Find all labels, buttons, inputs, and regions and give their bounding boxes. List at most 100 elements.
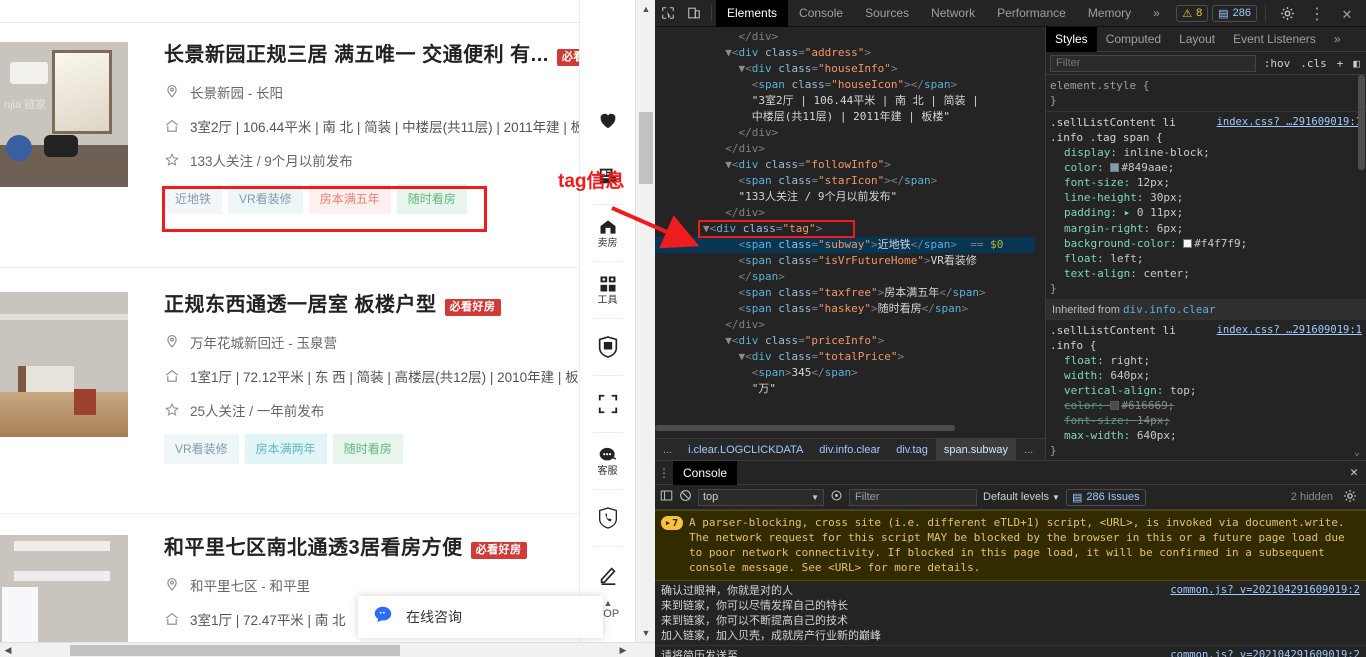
css-declaration[interactable]: float: right;: [1050, 353, 1366, 368]
css-declarations[interactable]: display: inline-block; color: #849aae; fon…: [1050, 145, 1366, 281]
css-declarations[interactable]: float: right; width: 640px; vertical-align…: [1050, 353, 1366, 443]
tag-taxfree-two-years[interactable]: 房本满两年: [244, 434, 327, 464]
console-filter-input[interactable]: Filter: [849, 488, 977, 506]
execution-context-selector[interactable]: top ▼: [698, 488, 824, 506]
listing-title[interactable]: 正规东西通透一居室 板楼户型 必看好房: [164, 292, 634, 318]
tab-overflow-button[interactable]: »: [1142, 0, 1171, 27]
listing-address[interactable]: 长景新园 - 长阳: [190, 82, 283, 102]
css-declaration[interactable]: padding: ▸ 0 11px;: [1050, 205, 1366, 221]
breadcrumb-item[interactable]: i.clear.LOGCLICKDATA: [680, 439, 811, 461]
sidebar-item-support[interactable]: 客服: [580, 433, 636, 489]
drawer-more-icon[interactable]: ⋮: [655, 466, 673, 480]
console-sidebar-toggle-icon[interactable]: [660, 489, 673, 505]
element-style-rule[interactable]: element.style { }: [1046, 75, 1366, 112]
listing-thumbnail[interactable]: njia 链家: [0, 42, 128, 187]
css-selector-line2[interactable]: .info {: [1050, 338, 1366, 353]
dom-tree-line[interactable]: ▼<div class="totalPrice">: [655, 349, 1035, 365]
listing-thumbnail[interactable]: [0, 292, 128, 437]
css-value[interactable]: 640px;: [1137, 429, 1177, 442]
breadcrumb-item[interactable]: span.subway: [935, 438, 1017, 461]
class-toggle-button[interactable]: .cls: [1298, 57, 1329, 70]
css-value[interactable]: left;: [1110, 252, 1143, 265]
css-value[interactable]: right;: [1110, 354, 1150, 367]
scroll-thumb[interactable]: [70, 645, 400, 656]
css-value[interactable]: #616669;: [1121, 399, 1174, 412]
scroll-thumb[interactable]: [639, 112, 653, 184]
dom-tree-line[interactable]: <span>345</span>: [655, 365, 1035, 381]
css-value[interactable]: #f4f7f9;: [1194, 237, 1247, 250]
sidebar-item-favorites[interactable]: [580, 92, 636, 148]
css-selector-line1[interactable]: .sellListContent li: [1050, 116, 1176, 129]
dom-tree-line[interactable]: ▼<div class="houseInfo">: [655, 61, 1035, 77]
css-value[interactable]: #849aae;: [1121, 161, 1174, 174]
listing-address[interactable]: 万年花城新回迁 - 玉泉营: [190, 332, 337, 352]
css-declaration[interactable]: font-size: 14px;: [1050, 413, 1366, 428]
css-source-link[interactable]: index.css? …291609019:1: [1217, 323, 1366, 338]
css-declaration[interactable]: margin-right: 6px;: [1050, 221, 1366, 236]
breadcrumb-item[interactable]: ...: [1016, 439, 1041, 461]
color-swatch[interactable]: [1183, 239, 1193, 248]
dom-tree-line[interactable]: </span>: [655, 269, 1035, 285]
tab-event-listeners[interactable]: Event Listeners: [1224, 27, 1325, 52]
scroll-down-arrow-icon[interactable]: ▼: [636, 624, 655, 642]
dom-tree-line[interactable]: "万": [655, 381, 1035, 397]
breadcrumb-item[interactable]: div.info.clear: [811, 439, 888, 461]
tag-subway[interactable]: 近地铁: [164, 184, 223, 214]
dom-tree-line[interactable]: </div>: [655, 29, 1035, 45]
css-value[interactable]: 14px;: [1137, 414, 1170, 427]
css-value[interactable]: 12px;: [1137, 176, 1170, 189]
dom-tree-line[interactable]: <span class="starIcon"></span>: [655, 173, 1035, 189]
listing-address[interactable]: 和平里七区 - 和平里: [190, 575, 310, 595]
tree-disclosure-triangle-icon[interactable]: ▼: [725, 334, 732, 347]
sidebar-item-tools[interactable]: 工具: [580, 262, 636, 318]
css-declaration[interactable]: vertical-align: top;: [1050, 383, 1366, 398]
css-value[interactable]: 30px;: [1150, 191, 1183, 204]
tab-styles[interactable]: Styles: [1046, 27, 1097, 52]
dom-tree-line[interactable]: <span class="taxfree">房本满五年</span>: [655, 285, 1035, 301]
issues-button[interactable]: ▤ 286 Issues: [1065, 488, 1146, 506]
issues-badge[interactable]: ▤ 286: [1212, 4, 1257, 22]
tab-performance[interactable]: Performance: [986, 0, 1077, 27]
clear-console-icon[interactable]: [679, 489, 692, 505]
page-horizontal-scrollbar[interactable]: ◀ ▶: [0, 642, 655, 657]
tab-computed[interactable]: Computed: [1097, 27, 1170, 52]
css-selector-line2[interactable]: .info .tag span {: [1050, 130, 1366, 145]
css-declaration[interactable]: color: #616669;: [1050, 398, 1366, 413]
console-log-source[interactable]: common.js? v=202104291609019:2: [1170, 583, 1360, 598]
styles-filter-input[interactable]: [1050, 54, 1256, 72]
sidebar-item-fullscreen[interactable]: [580, 376, 636, 432]
page-vertical-scrollbar[interactable]: ▲ ▼: [635, 0, 655, 642]
dom-tree-line[interactable]: <span class="houseIcon"></span>: [655, 77, 1035, 93]
close-icon[interactable]: ✕: [1350, 465, 1366, 480]
sidebar-item-feedback[interactable]: [580, 547, 636, 603]
toggle-device-toolbar-icon[interactable]: [681, 0, 707, 26]
scroll-left-arrow-icon[interactable]: ◀: [0, 643, 16, 657]
css-declaration[interactable]: width: 640px;: [1050, 368, 1366, 383]
console-messages[interactable]: ▶ 7 A parser-blocking, cross site (i.e. …: [655, 510, 1366, 657]
inspect-element-icon[interactable]: [655, 0, 681, 26]
dom-tree-line[interactable]: ▼<div class="address">: [655, 45, 1035, 61]
css-declaration[interactable]: background-color: #f4f7f9;: [1050, 236, 1366, 251]
dom-tree-line[interactable]: ▼<div class="followInfo">: [655, 157, 1035, 173]
listing-title[interactable]: 长景新园正规三居 满五唯一 交通便利 有... 必看好房: [164, 42, 634, 68]
listing-title[interactable]: 和平里七区南北通透3居看房方便 必看好房: [164, 535, 634, 561]
sidebar-item-guarantee[interactable]: [580, 319, 636, 375]
scroll-right-arrow-icon[interactable]: ▶: [615, 643, 631, 657]
breadcrumb-item[interactable]: ...: [655, 439, 680, 461]
css-selector-line1[interactable]: .sellListContent li: [1050, 324, 1176, 337]
console-log-source[interactable]: common.js? v=202104291609019:2: [1170, 648, 1360, 657]
console-log-message[interactable]: 请将简历发送至 common.js? v=202104291609019:2: [655, 646, 1366, 657]
tab-console[interactable]: Console: [788, 0, 854, 27]
css-declaration[interactable]: max-width: 640px;: [1050, 428, 1366, 443]
tab-layout[interactable]: Layout: [1170, 27, 1224, 52]
console-settings-eye-icon[interactable]: [830, 489, 843, 505]
dom-tree-line[interactable]: "133人关注 / 9个月以前发布": [655, 189, 1035, 205]
tab-memory[interactable]: Memory: [1077, 0, 1142, 27]
css-declaration[interactable]: text-align: center;: [1050, 266, 1366, 281]
close-icon[interactable]: ✕: [1334, 0, 1360, 26]
styles-vertical-scrollbar[interactable]: [1357, 75, 1366, 195]
dom-tree-line[interactable]: </div>: [655, 125, 1035, 141]
log-levels-selector[interactable]: Default levels ▼: [983, 491, 1060, 503]
color-swatch[interactable]: [1110, 401, 1120, 410]
dom-tree-line[interactable]: ▼<div class="priceInfo">: [655, 333, 1035, 349]
